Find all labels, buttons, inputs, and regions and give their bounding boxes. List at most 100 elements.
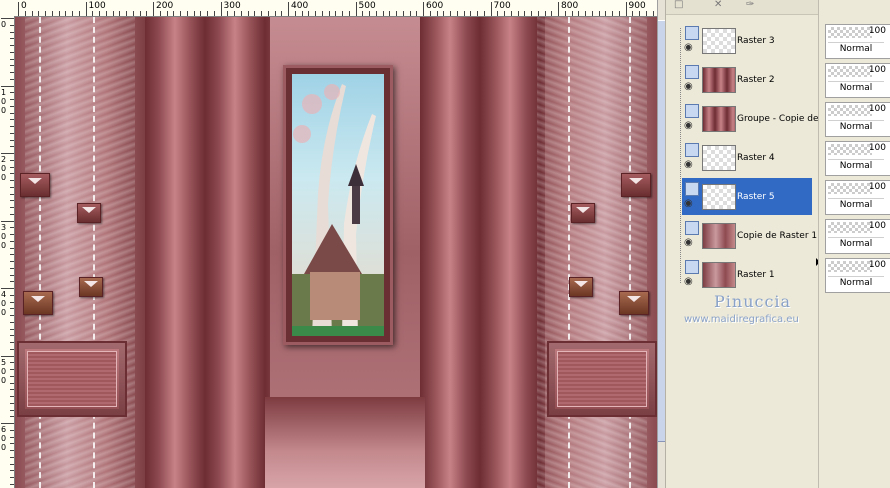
artwork-canvas[interactable] [15, 17, 657, 488]
envelope-box [571, 203, 595, 223]
opacity-slider[interactable] [828, 27, 872, 38]
ruler-label: 600 [426, 1, 444, 11]
blend-mode-select[interactable]: Normal [828, 159, 884, 173]
ruler-minor-tick [126, 11, 127, 16]
eye-icon[interactable]: ◉ [684, 277, 696, 287]
layer-properties[interactable]: 100 Normal [825, 102, 890, 137]
ruler-minor-tick [10, 146, 14, 148]
ruler-minor-tick [450, 11, 451, 16]
eye-icon[interactable]: ◉ [684, 160, 696, 170]
ruler-label: 800 [561, 1, 579, 11]
ruler-minor-tick [389, 11, 391, 16]
ruler-minor-tick [585, 11, 586, 16]
layer-row-raster-4[interactable]: ◉ Raster 4 [682, 139, 812, 176]
layer-properties[interactable]: 100 Normal [825, 219, 890, 254]
blend-mode-select[interactable]: Normal [828, 237, 884, 251]
ruler-minor-tick [10, 409, 14, 411]
layer-row-raster-2[interactable]: ◉ Raster 2 [682, 61, 812, 98]
layer-properties[interactable]: 100 Normal [825, 63, 890, 98]
visibility-toggle-icon[interactable] [685, 26, 699, 40]
ruler-minor-tick [10, 213, 14, 215]
ruler-label: 4 0 0 [1, 290, 7, 317]
scrollbar-thumb[interactable] [658, 20, 665, 442]
blend-mode-select[interactable]: Normal [828, 198, 884, 212]
ruler-minor-tick [531, 11, 532, 16]
layer-row-raster-1[interactable]: ◉ Raster 1 [682, 256, 812, 293]
ruler-minor-tick [10, 166, 14, 168]
image-canvas-area[interactable]: 0 100 200 300 400 500 600 700 800 900 0 1 0 0 2 0 0… [0, 0, 665, 488]
guide-line[interactable] [629, 17, 631, 488]
opacity-slider[interactable] [828, 144, 872, 155]
eye-icon[interactable]: ◉ [684, 121, 696, 131]
ruler-minor-tick [112, 11, 114, 16]
ruler-tick [85, 2, 87, 16]
ruler-minor-tick [58, 11, 60, 16]
envelope-box [23, 291, 53, 315]
layer-row-groupe[interactable]: ◉ Groupe - Copie de [682, 100, 819, 137]
ruler-label: 2 0 0 [1, 155, 7, 182]
ruler-minor-tick [497, 11, 499, 16]
ruler-minor-tick [213, 11, 215, 16]
layer-row-raster-5[interactable]: ◉ Raster 5 [682, 178, 812, 215]
ruler-minor-tick [10, 207, 14, 208]
layer-row-raster-3[interactable]: ◉ Raster 3 [682, 22, 812, 59]
ruler-minor-tick [10, 443, 14, 445]
new-layer-icon[interactable]: □ [674, 0, 686, 10]
layer-tree-line [680, 28, 681, 283]
visibility-toggle-icon[interactable] [685, 104, 699, 118]
guide-line[interactable] [568, 17, 570, 488]
visibility-toggle-icon[interactable] [685, 65, 699, 79]
ruler-minor-tick [10, 450, 14, 451]
blend-mode-select[interactable]: Normal [828, 42, 884, 56]
eye-icon[interactable]: ◉ [684, 43, 696, 53]
ruler-tick [1, 423, 14, 424]
ruler-minor-tick [443, 11, 445, 16]
layer-properties[interactable]: 100 Normal [825, 258, 890, 293]
opacity-slider[interactable] [828, 261, 872, 272]
blend-mode-select[interactable]: Normal [828, 81, 884, 95]
layer-name: Raster 1 [737, 270, 775, 280]
blend-mode-select[interactable]: Normal [828, 276, 884, 290]
ruler-minor-tick [10, 321, 14, 323]
layer-thumbnail [702, 184, 736, 210]
delete-layer-icon[interactable]: ✕ [714, 0, 726, 10]
opacity-slider[interactable] [828, 105, 872, 116]
ruler-minor-tick [10, 362, 14, 364]
visibility-toggle-icon[interactable] [685, 221, 699, 235]
opacity-slider[interactable] [828, 183, 872, 194]
layer-row-copie-raster-1[interactable]: ◉ Copie de Raster 1 [682, 217, 817, 254]
eye-icon[interactable]: ◉ [684, 199, 696, 209]
eye-icon[interactable]: ◉ [684, 82, 696, 92]
ruler-minor-tick [10, 328, 14, 330]
blend-mode-select[interactable]: Normal [828, 120, 884, 134]
guide-line[interactable] [39, 17, 41, 488]
eye-icon[interactable]: ◉ [684, 238, 696, 248]
ruler-minor-tick [409, 11, 411, 16]
ruler-minor-tick [10, 402, 14, 404]
layer-properties[interactable]: 100 Normal [825, 24, 890, 59]
brush-icon[interactable]: ✑ [746, 0, 758, 10]
ruler-minor-tick [348, 11, 350, 16]
ruler-minor-tick [328, 11, 330, 16]
opacity-slider[interactable] [828, 66, 872, 77]
guide-line[interactable] [93, 17, 95, 488]
visibility-toggle-icon[interactable] [685, 143, 699, 157]
ruler-minor-tick [477, 11, 478, 16]
ruler-minor-tick [72, 11, 73, 16]
ruler-minor-tick [92, 11, 94, 16]
layer-properties[interactable]: 100 Normal [825, 180, 890, 215]
ruler-label: 3 0 0 [1, 222, 7, 250]
ruler-minor-tick [10, 369, 14, 370]
ruler-minor-tick [10, 396, 14, 397]
ruler-minor-tick [10, 173, 14, 175]
layer-name: Groupe - Copie de [737, 114, 819, 124]
visibility-toggle-icon[interactable] [685, 260, 699, 274]
layer-properties[interactable]: 100 Normal [825, 141, 890, 176]
visibility-toggle-icon[interactable] [685, 182, 699, 196]
vertical-scrollbar[interactable] [657, 0, 665, 488]
ruler-minor-tick [10, 92, 14, 94]
picture-frame [283, 65, 393, 345]
opacity-slider[interactable] [828, 222, 872, 233]
layer-thumbnail [702, 262, 736, 288]
ruler-tick [1, 85, 14, 87]
